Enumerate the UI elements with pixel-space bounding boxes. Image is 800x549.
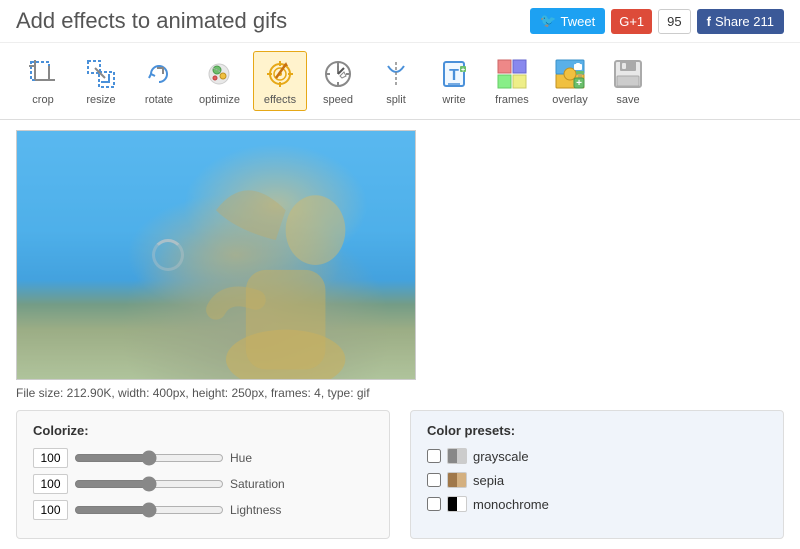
preset-grayscale[interactable]: grayscale [427,448,767,464]
file-info: File size: 212.90K, width: 400px, height… [16,386,784,400]
lightness-slider[interactable] [74,502,224,518]
effects-label: effects [264,94,296,106]
tool-write[interactable]: T + write [427,51,481,111]
monochrome-icon [447,496,467,512]
gplus-label: G+1 [619,14,644,29]
presets-title: Color presets: [427,423,767,438]
gplus-count: 95 [658,9,690,34]
tool-split[interactable]: split [369,51,423,111]
crop-icon [25,56,61,92]
tool-frames[interactable]: frames [485,51,539,111]
hue-label: Hue [230,451,300,465]
split-label: split [386,94,406,106]
crop-label: crop [32,94,53,106]
social-buttons: 🐦 Tweet G+1 95 f Share 211 [530,8,784,34]
saturation-slider[interactable] [74,476,224,492]
lightness-row: Lightness [33,500,373,520]
grayscale-label: grayscale [473,449,529,464]
sepia-icon [447,472,467,488]
header: Add effects to animated gifs 🐦 Tweet G+1… [0,0,800,43]
lightness-label: Lightness [230,503,300,517]
speed-icon [320,56,356,92]
tool-optimize[interactable]: optimize [190,51,249,111]
tweet-button[interactable]: 🐦 Tweet [530,8,605,34]
split-icon [378,56,414,92]
frames-label: frames [495,94,529,106]
grayscale-checkbox[interactable] [427,449,441,463]
image-preview [16,130,416,380]
rotate-icon [141,56,177,92]
resize-icon [83,56,119,92]
sepia-label: sepia [473,473,504,488]
toolbar: crop resize rotate [0,43,800,120]
svg-text:+: + [576,78,582,89]
speed-label: speed [323,94,353,106]
frames-icon [494,56,530,92]
overlay-icon: + [552,56,588,92]
saturation-label: Saturation [230,477,300,491]
optimize-icon [201,56,237,92]
monochrome-label: monochrome [473,497,549,512]
overlay-label: overlay [552,94,587,106]
saturation-value[interactable] [33,474,68,494]
twitter-bird-icon: 🐦 [540,13,556,29]
tool-effects[interactable]: effects [253,51,307,111]
write-label: write [442,94,465,106]
save-icon [610,56,646,92]
share-label: Share 211 [715,14,774,29]
tool-save[interactable]: save [601,51,655,111]
statue-background [17,131,415,379]
tool-crop[interactable]: crop [16,51,70,111]
hue-row: Hue [33,448,373,468]
sepia-checkbox[interactable] [427,473,441,487]
controls-area: Colorize: Hue Saturation Lightness [16,410,784,539]
tool-speed[interactable]: speed [311,51,365,111]
rotate-label: rotate [145,94,173,106]
resize-label: resize [86,94,115,106]
hue-slider[interactable] [74,450,224,466]
loading-indicator [152,239,184,271]
tool-overlay[interactable]: + overlay [543,51,597,111]
preset-monochrome[interactable]: monochrome [427,496,767,512]
svg-text:+: + [461,67,465,74]
optimize-label: optimize [199,94,240,106]
facebook-f-icon: f [707,14,711,29]
lightness-value[interactable] [33,500,68,520]
colorize-panel: Colorize: Hue Saturation Lightness [16,410,390,539]
main-content: File size: 212.90K, width: 400px, height… [0,120,800,549]
facebook-share-button[interactable]: f Share 211 [697,9,784,34]
tweet-label: Tweet [561,14,596,29]
presets-panel: Color presets: grayscale sepia monochrom… [410,410,784,539]
monochrome-checkbox[interactable] [427,497,441,511]
save-label: save [616,94,639,106]
grayscale-icon [447,448,467,464]
hue-value[interactable] [33,448,68,468]
gplus-button[interactable]: G+1 [611,9,652,34]
page-title: Add effects to animated gifs [16,8,287,34]
saturation-row: Saturation [33,474,373,494]
svg-text:T: T [449,67,459,84]
preset-sepia[interactable]: sepia [427,472,767,488]
tool-resize[interactable]: resize [74,51,128,111]
tool-rotate[interactable]: rotate [132,51,186,111]
colorize-title: Colorize: [33,423,373,438]
write-icon: T + [436,56,472,92]
effects-icon [262,56,298,92]
